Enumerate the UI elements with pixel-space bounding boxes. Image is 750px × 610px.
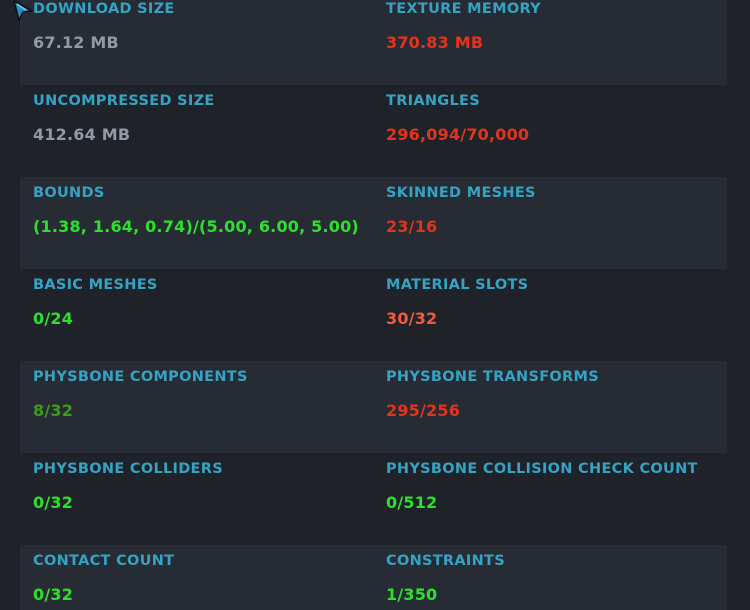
stat-label: BASIC MESHES <box>33 277 158 293</box>
stat-value: 1/350 <box>386 585 438 604</box>
stat-value: 296,094/70,000 <box>386 125 530 144</box>
stat-value: 0/32 <box>33 493 74 512</box>
stat-value: 67.12 MB <box>33 33 119 52</box>
stats-row-basic-meshes: BASIC MESHES 0/24 MATERIAL SLOTS 30/32 <box>20 269 727 361</box>
stats-row-bounds: BOUNDS (1.38, 1.64, 0.74)/(5.00, 6.00, 5… <box>20 177 727 269</box>
stat-value: 412.64 MB <box>33 125 131 144</box>
stats-row-uncompressed: UNCOMPRESSED SIZE 412.64 MB TRIANGLES 29… <box>20 85 727 177</box>
pointer-arrow-icon <box>13 0 33 21</box>
stat-label: MATERIAL SLOTS <box>386 277 529 293</box>
stat-value: 0/24 <box>33 309 74 328</box>
stat-value: 0/512 <box>386 493 438 512</box>
performance-stats-panel: DOWNLOAD SIZE 67.12 MB TEXTURE MEMORY 37… <box>0 0 750 610</box>
stats-row-physbone-components: PHYSBONE COMPONENTS 8/32 PHYSBONE TRANSF… <box>20 361 727 453</box>
stat-label: PHYSBONE COMPONENTS <box>33 369 248 385</box>
stat-value: 23/16 <box>386 217 438 236</box>
stat-label: SKINNED MESHES <box>386 185 536 201</box>
stat-value: 0/32 <box>33 585 74 604</box>
stat-label: CONSTRAINTS <box>386 553 505 569</box>
stat-value: (1.38, 1.64, 0.74)/(5.00, 6.00, 5.00) <box>33 217 359 236</box>
stat-label: UNCOMPRESSED SIZE <box>33 93 215 109</box>
stats-row-physbone-colliders: PHYSBONE COLLIDERS 0/32 PHYSBONE COLLISI… <box>20 453 727 545</box>
stats-row-contact-count: CONTACT COUNT 0/32 CONSTRAINTS 1/350 <box>20 545 727 610</box>
stat-label: PHYSBONE COLLISION CHECK COUNT <box>386 461 698 477</box>
stat-value: 8/32 <box>33 401 74 420</box>
stat-value: 295/256 <box>386 401 461 420</box>
stat-label: BOUNDS <box>33 185 105 201</box>
stat-label: TEXTURE MEMORY <box>386 1 541 17</box>
stat-label: DOWNLOAD SIZE <box>33 1 175 17</box>
stat-label: PHYSBONE TRANSFORMS <box>386 369 599 385</box>
stat-label: TRIANGLES <box>386 93 480 109</box>
stats-row-download: DOWNLOAD SIZE 67.12 MB TEXTURE MEMORY 37… <box>20 0 727 85</box>
stat-value: 370.83 MB <box>386 33 484 52</box>
stat-value: 30/32 <box>386 309 438 328</box>
stat-label: CONTACT COUNT <box>33 553 175 569</box>
stat-label: PHYSBONE COLLIDERS <box>33 461 223 477</box>
